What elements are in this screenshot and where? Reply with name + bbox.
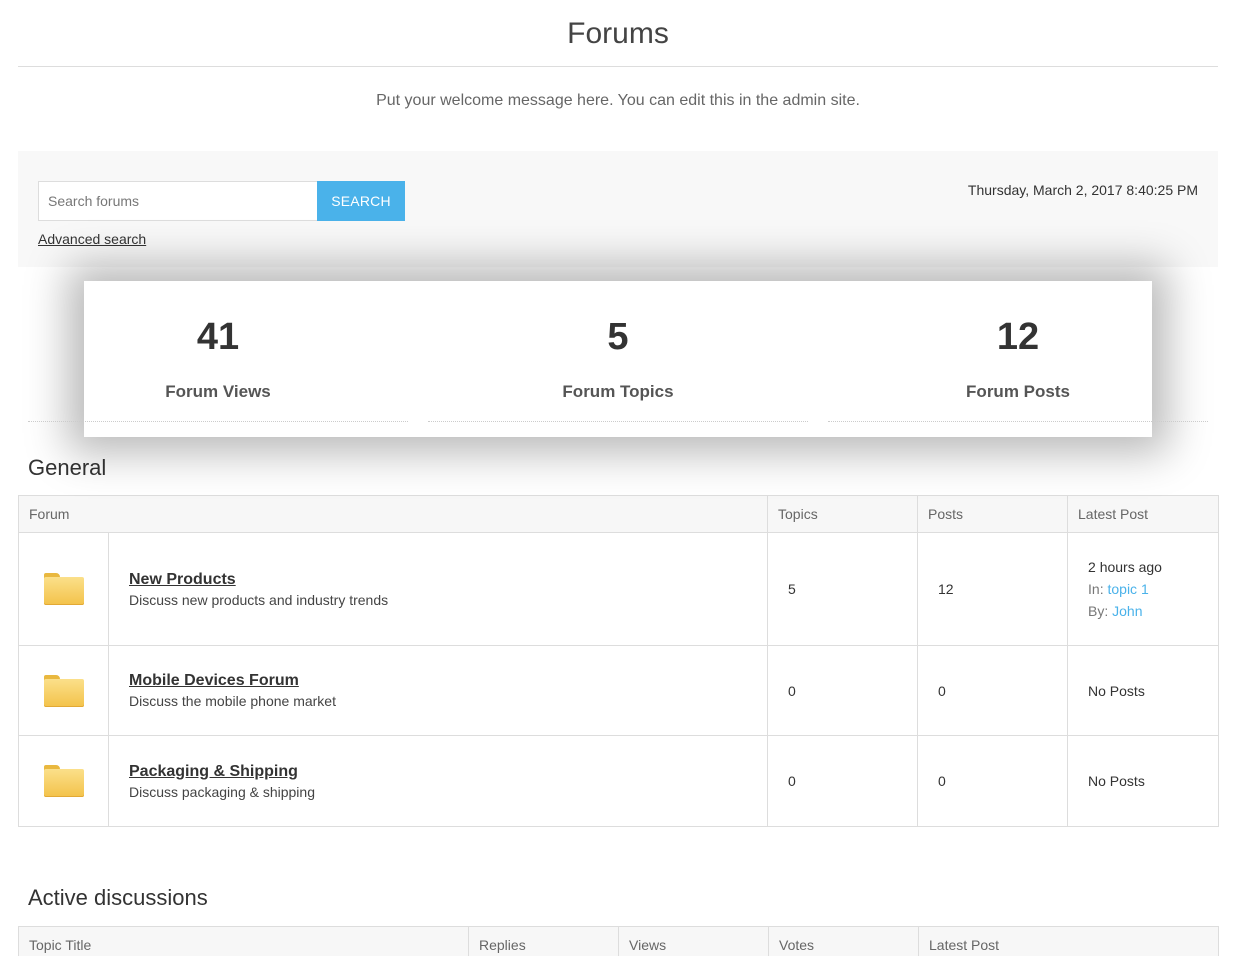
latest-post: No Posts <box>1067 735 1220 827</box>
section-title-general: General <box>28 455 107 480</box>
latest-topic-link[interactable]: topic 1 <box>1107 581 1148 597</box>
stat-value: 12 <box>996 316 1040 358</box>
table-header-row: Forum Topics Posts Latest Post <box>17 495 1220 533</box>
column-header-votes: Votes <box>768 926 919 956</box>
search-input[interactable] <box>38 181 318 221</box>
section-title-active-discussions: Active discussions <box>28 885 208 910</box>
forum-table: Forum Topics Posts Latest Post New Produ… <box>17 495 1220 827</box>
column-header-views: Views <box>618 926 769 956</box>
column-header-latest-post: Latest Post <box>918 926 1219 956</box>
stat-forum-views: 41 Forum Views <box>28 281 408 422</box>
topics-count: 5 <box>767 532 919 646</box>
welcome-message: Put your welcome message here. You can e… <box>376 92 860 109</box>
posts-count: 12 <box>917 532 1069 646</box>
stat-value: 41 <box>196 316 240 358</box>
latest-by-label: By: <box>1088 603 1109 619</box>
folder-icon <box>43 765 84 797</box>
latest-post: No Posts <box>1067 645 1220 736</box>
stat-value: 5 <box>607 316 629 358</box>
table-row: Packaging & Shipping Discuss packaging &… <box>18 735 1220 827</box>
active-discussions-table: Topic Title Replies Views Votes Latest P… <box>18 926 1219 956</box>
search-button[interactable]: SEARCH <box>317 181 405 221</box>
stat-label: Forum Views <box>165 382 271 401</box>
column-header-posts: Posts <box>917 495 1069 533</box>
table-header-row: Topic Title Replies Views Votes Latest P… <box>18 926 1219 956</box>
topics-count: 0 <box>767 735 919 827</box>
folder-icon <box>43 573 84 605</box>
forum-description: Discuss the mobile phone market <box>129 693 336 709</box>
posts-count: 0 <box>917 735 1069 827</box>
stat-forum-topics: 5 Forum Topics <box>428 281 808 422</box>
topics-count: 0 <box>767 645 919 736</box>
advanced-search-link[interactable]: Advanced search <box>38 231 146 247</box>
posts-count: 0 <box>917 645 1069 736</box>
latest-author-link[interactable]: John <box>1112 603 1142 619</box>
stat-label: Forum Posts <box>966 382 1070 401</box>
column-header-latest-post: Latest Post <box>1067 495 1220 533</box>
stats-card: 41 Forum Views 5 Forum Topics 12 Forum P… <box>28 281 1208 437</box>
forum-description: Discuss packaging & shipping <box>129 783 315 800</box>
forum-link-mobile-devices[interactable]: Mobile Devices Forum <box>129 672 747 690</box>
forum-description: Discuss new products and industry trends <box>129 591 389 608</box>
latest-post: 2 hours ago In: topic 1 By: John <box>1067 532 1220 646</box>
latest-in-label: In: <box>1088 581 1104 597</box>
table-row: Mobile Devices Forum Discuss the mobile … <box>18 645 1220 736</box>
stat-forum-posts: 12 Forum Posts <box>828 281 1208 422</box>
forum-link-packaging-shipping[interactable]: Packaging & Shipping <box>129 763 747 781</box>
page-title: Forums <box>18 0 1218 67</box>
column-header-topics: Topics <box>767 495 919 533</box>
column-header-topic-title: Topic Title <box>18 926 469 956</box>
forum-link-new-products[interactable]: New Products <box>129 571 747 589</box>
latest-post-time: 2 hours ago <box>1088 559 1162 575</box>
search-panel: SEARCH Advanced search Thursday, March 2… <box>18 151 1218 267</box>
current-datetime: Thursday, March 2, 2017 8:40:25 PM <box>967 182 1198 198</box>
column-header-forum: Forum <box>17 495 769 533</box>
stat-label: Forum Topics <box>562 382 674 401</box>
column-header-replies: Replies <box>468 926 619 956</box>
table-row: New Products Discuss new products and in… <box>18 532 1220 646</box>
folder-icon <box>43 674 84 707</box>
